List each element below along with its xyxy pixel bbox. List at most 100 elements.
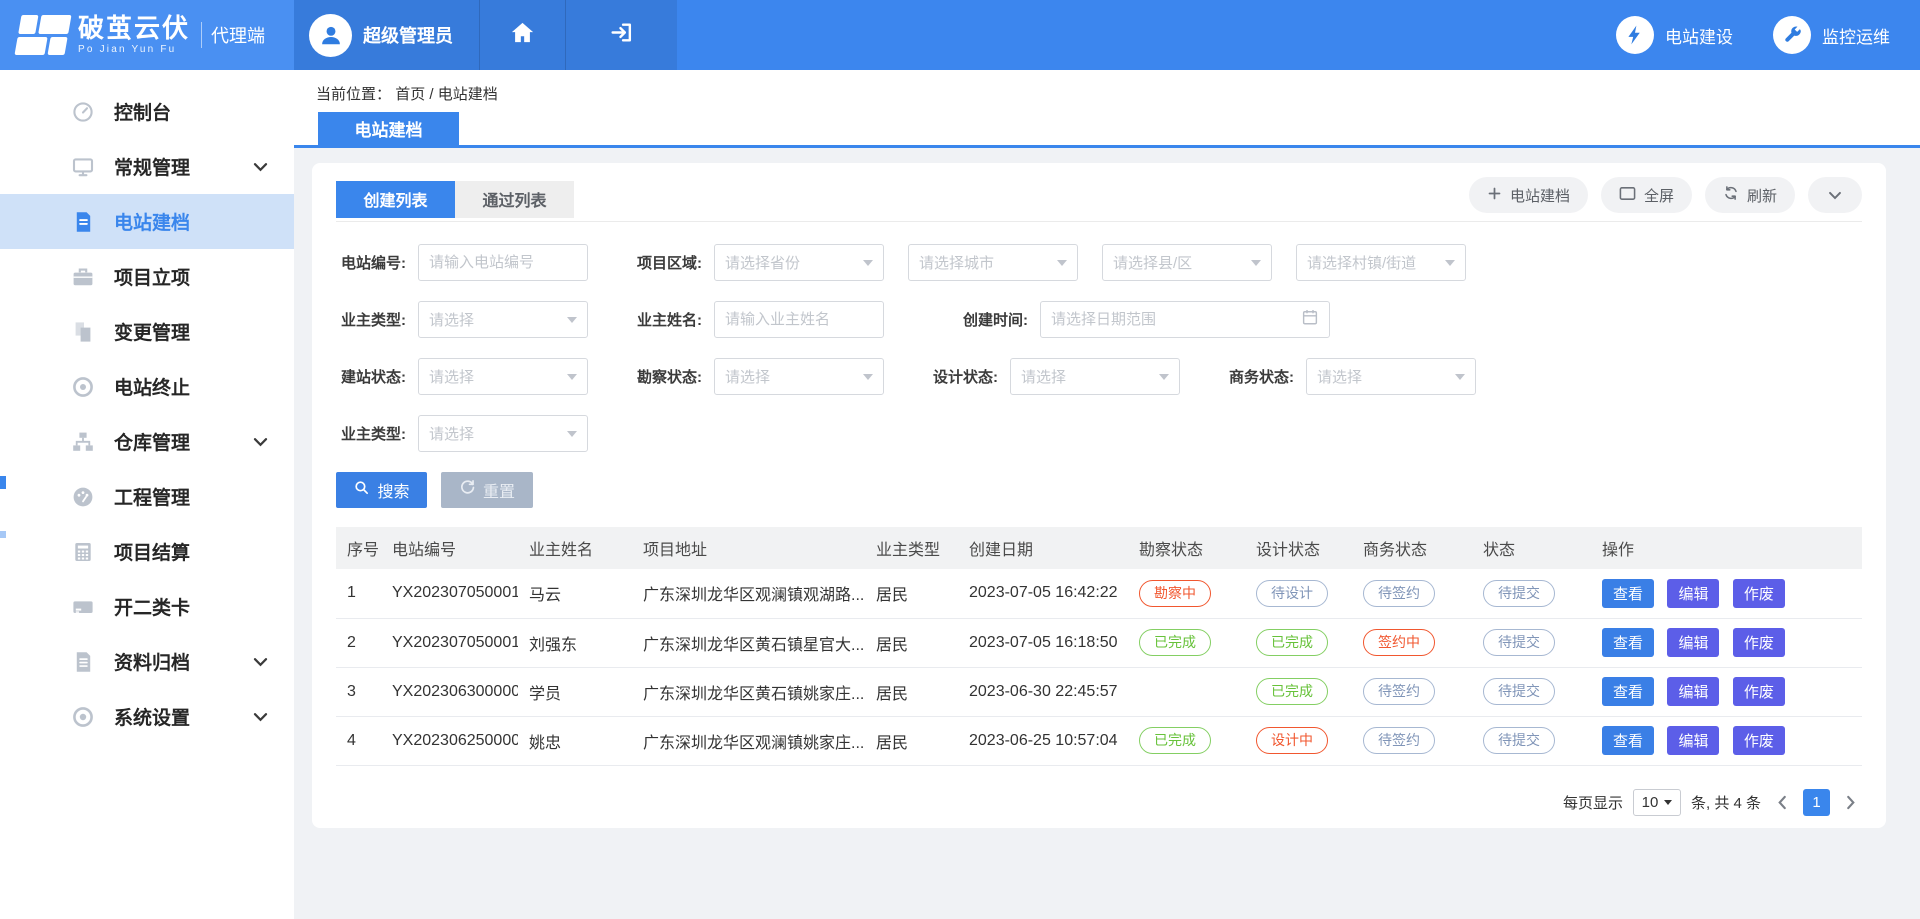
chevron-down-icon <box>253 162 268 172</box>
build-status-select[interactable]: 请选择 <box>418 358 588 395</box>
tab-create-list[interactable]: 创建列表 <box>336 181 455 218</box>
per-page-label: 每页显示 <box>1563 792 1623 813</box>
province-select[interactable]: 请选择省份 <box>714 244 884 281</box>
chevron-down-icon <box>253 657 268 667</box>
owner-type2-label: 业主类型: <box>336 423 406 444</box>
survey-status-badge: 已完成 <box>1139 727 1211 754</box>
void-button[interactable]: 作废 <box>1733 628 1785 657</box>
sidebar-item-change-mgmt[interactable]: 变更管理 <box>0 304 294 359</box>
date-range-input[interactable] <box>1040 301 1330 338</box>
status-badge: 待提交 <box>1483 629 1555 656</box>
status-badge: 待提交 <box>1483 727 1555 754</box>
client-type-badge: 代理端 <box>211 22 265 48</box>
sidebar-item-data-archive[interactable]: 资料归档 <box>0 634 294 689</box>
logo-title: 破茧云伏 <box>78 15 190 42</box>
city-select[interactable]: 请选择城市 <box>908 244 1078 281</box>
logout-icon <box>609 20 634 50</box>
void-button[interactable]: 作废 <box>1733 677 1785 706</box>
caret-down-icon <box>567 431 577 437</box>
caret-down-icon <box>567 374 577 380</box>
fullscreen-button[interactable]: 全屏 <box>1601 177 1692 213</box>
tab-passed-list[interactable]: 通过列表 <box>455 181 574 218</box>
chevron-down-icon <box>253 437 268 447</box>
sidebar-item-engineering-mgmt[interactable]: 工程管理 <box>0 469 294 524</box>
per-page-select[interactable]: 10 <box>1633 789 1681 816</box>
chevron-down-icon <box>253 712 268 722</box>
void-button[interactable]: 作废 <box>1733 726 1785 755</box>
nav-label: 监控运维 <box>1822 23 1890 48</box>
survey-status-badge: 勘察中 <box>1139 580 1211 607</box>
nav-monitor-ops[interactable]: 监控运维 <box>1773 16 1890 54</box>
sidebar-item-console[interactable]: 控制台 <box>0 84 294 139</box>
sidebar-item-project-approval[interactable]: 项目立项 <box>0 249 294 304</box>
survey-status-label: 勘察状态: <box>632 366 702 387</box>
create-time-label: 创建时间: <box>958 309 1028 330</box>
content-card: 创建列表 通过列表 电站建档 全屏 刷新 <box>312 163 1886 828</box>
calculator-icon <box>70 539 96 565</box>
sidebar-item-warehouse-mgmt[interactable]: 仓库管理 <box>0 414 294 469</box>
design-status-badge: 待设计 <box>1256 580 1328 607</box>
gauge-icon <box>70 484 96 510</box>
table-row: 4 YX2023062500004 姚忠 广东深圳龙华区观澜镇姚家庄... 居民… <box>336 716 1862 765</box>
design-status-select[interactable]: 请选择 <box>1010 358 1180 395</box>
edit-button[interactable]: 编辑 <box>1667 726 1719 755</box>
home-button[interactable] <box>479 0 565 70</box>
logo: 破茧云伏 Po Jian Yun Fu 代理端 <box>0 0 294 70</box>
monitor-icon <box>70 154 96 180</box>
survey-status-select[interactable]: 请选择 <box>714 358 884 395</box>
breadcrumb-path[interactable]: 首页 / 电站建档 <box>395 86 498 103</box>
edit-button[interactable]: 编辑 <box>1667 677 1719 706</box>
business-status-badge: 签约中 <box>1363 629 1435 656</box>
next-page-button[interactable] <box>1840 789 1862 815</box>
sidebar-item-station-terminate[interactable]: 电站终止 <box>0 359 294 414</box>
prev-page-button[interactable] <box>1771 789 1793 815</box>
create-station-button[interactable]: 电站建档 <box>1469 177 1588 213</box>
owner-type-select[interactable]: 请选择 <box>418 301 588 338</box>
business-status-badge: 待签约 <box>1363 678 1435 705</box>
view-button[interactable]: 查看 <box>1602 726 1654 755</box>
reset-button[interactable]: 重置 <box>441 472 533 508</box>
sidebar-item-open-type2-card[interactable]: 开二类卡 <box>0 579 294 634</box>
nav-station-build[interactable]: 电站建设 <box>1616 16 1733 54</box>
toolbar-collapse-button[interactable] <box>1808 177 1862 213</box>
caret-down-icon <box>1455 374 1465 380</box>
void-button[interactable]: 作废 <box>1733 579 1785 608</box>
archive-icon <box>70 649 96 675</box>
owner-type2-select[interactable]: 请选择 <box>418 415 588 452</box>
copy-icon <box>70 319 96 345</box>
reset-icon <box>459 479 476 501</box>
sidebar-item-project-settlement[interactable]: 项目结算 <box>0 524 294 579</box>
edit-button[interactable]: 编辑 <box>1667 628 1719 657</box>
search-button[interactable]: 搜索 <box>336 472 427 508</box>
dashboard-icon <box>70 99 96 125</box>
refresh-button[interactable]: 刷新 <box>1705 177 1795 213</box>
search-icon <box>353 479 370 501</box>
sidebar-item-general-mgmt[interactable]: 常规管理 <box>0 139 294 194</box>
sidebar-item-station-archive[interactable]: 电站建档 <box>0 194 294 249</box>
owner-name-input[interactable] <box>714 301 884 338</box>
owner-type-label: 业主类型: <box>336 309 406 330</box>
view-button[interactable]: 查看 <box>1602 579 1654 608</box>
page-tab-station-archive[interactable]: 电站建档 <box>318 112 459 145</box>
edit-button[interactable]: 编辑 <box>1667 579 1719 608</box>
town-select[interactable]: 请选择村镇/街道 <box>1296 244 1466 281</box>
business-status-select[interactable]: 请选择 <box>1306 358 1476 395</box>
plus-icon <box>1487 186 1502 205</box>
county-select[interactable]: 请选择县/区 <box>1102 244 1272 281</box>
settings-icon <box>70 704 96 730</box>
sitemap-icon <box>70 429 96 455</box>
user-avatar-icon <box>309 14 352 57</box>
sidebar-item-system-settings[interactable]: 系统设置 <box>0 689 294 744</box>
view-button[interactable]: 查看 <box>1602 628 1654 657</box>
caret-down-icon <box>863 374 873 380</box>
view-button[interactable]: 查看 <box>1602 677 1654 706</box>
page-1-button[interactable]: 1 <box>1803 789 1830 816</box>
header-nav: 电站建设 监控运维 <box>1616 0 1890 70</box>
records-table: 序号 电站编号 业主姓名 项目地址 业主类型 创建日期 勘察状态 设计状态 商务… <box>336 527 1862 766</box>
user-menu[interactable]: 超级管理员 <box>294 0 479 70</box>
business-status-label: 商务状态: <box>1224 366 1294 387</box>
station-no-input[interactable] <box>418 244 588 281</box>
survey-status-badge: 已完成 <box>1139 629 1211 656</box>
fullscreen-icon <box>1619 186 1636 205</box>
logout-button[interactable] <box>565 0 677 70</box>
